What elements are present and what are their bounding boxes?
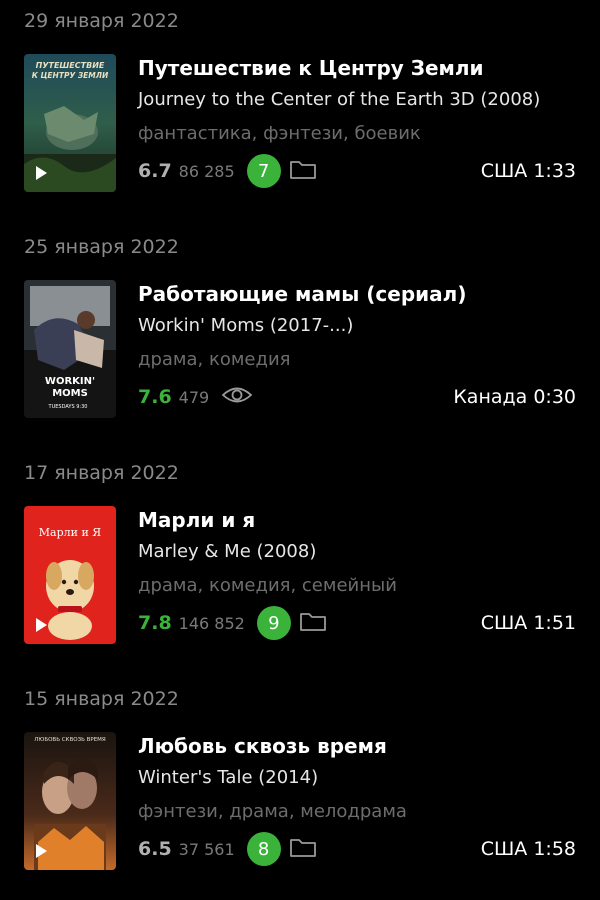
movie-genres: фантастика, фэнтези, боевик (138, 123, 421, 144)
my-rating-badge[interactable]: 8 (246, 832, 281, 866)
movie-item[interactable]: ПУТЕШЕСТВИЕ К ЦЕНТРУ ЗЕМЛИ Путешествие к… (0, 54, 600, 194)
country-duration: США 1:58 (480, 838, 576, 860)
folder-icon[interactable] (289, 836, 317, 862)
movie-genres: драма, комедия (138, 349, 291, 370)
history-date: 15 января 2022 (24, 688, 179, 710)
poster-title-line: ПУТЕШЕСТВИЕ (36, 61, 105, 70)
movie-title[interactable]: Путешествие к Центру Земли (138, 56, 484, 80)
movie-title[interactable]: Работающие мамы (сериал) (138, 282, 466, 306)
movie-item[interactable]: WORKIN' MOMS TUESDAYS 9:30 Работающие ма… (0, 280, 600, 420)
movie-original-title: Winter's Tale (2014) (138, 767, 319, 788)
history-date: 17 января 2022 (24, 462, 179, 484)
history-date: 29 января 2022 (24, 10, 179, 32)
movie-score: 6.5 (138, 838, 172, 860)
country-duration: США 1:33 (480, 160, 576, 182)
history-date: 25 января 2022 (24, 236, 179, 258)
play-icon[interactable] (36, 844, 47, 858)
play-icon[interactable] (36, 166, 47, 180)
folder-icon[interactable] (299, 610, 327, 636)
movie-votes: 86 285 (178, 161, 235, 181)
poster-title-line: ЛЮБОВЬ СКВОЗЬ ВРЕМЯ (34, 737, 106, 743)
movie-score: 6.7 (138, 160, 172, 182)
poster-title-line: WORKIN' (45, 376, 95, 387)
movie-genres: фэнтези, драма, мелодрама (138, 801, 407, 822)
movie-item[interactable]: ЛЮБОВЬ СКВОЗЬ ВРЕМЯ Любовь сквозь время … (0, 732, 600, 872)
country-duration: США 1:51 (480, 612, 576, 634)
poster-title-line: Марли и Я (39, 526, 102, 539)
poster-image: WORKIN' MOMS TUESDAYS 9:30 (24, 280, 116, 418)
movie-poster[interactable]: ПУТЕШЕСТВИЕ К ЦЕНТРУ ЗЕМЛИ (24, 54, 116, 192)
movie-original-title: Workin' Moms (2017-...) (138, 315, 354, 336)
movie-title[interactable]: Марли и я (138, 508, 255, 532)
movie-score: 7.6 (138, 386, 172, 408)
rating-row: 6.7 86 285 7 (138, 154, 317, 188)
rating-row: 7.6 479 (138, 380, 253, 414)
country-duration: Канада 0:30 (453, 386, 576, 408)
eye-icon[interactable] (221, 384, 253, 410)
movie-poster[interactable]: ЛЮБОВЬ СКВОЗЬ ВРЕМЯ (24, 732, 116, 870)
poster-title-line: MOMS (52, 388, 88, 399)
movie-votes: 479 (178, 387, 210, 407)
play-icon[interactable] (36, 618, 47, 632)
watch-history-list: 29 января 2022 ПУТЕШЕСТВИЕ К ЦЕНТРУ ЗЕМЛ… (0, 0, 600, 900)
rating-row: 7.8 146 852 9 (138, 606, 327, 640)
movie-genres: драма, комедия, семейный (138, 575, 397, 596)
rating-row: 6.5 37 561 8 (138, 832, 317, 866)
movie-poster[interactable]: Марли и Я (24, 506, 116, 644)
folder-icon[interactable] (289, 158, 317, 184)
my-rating-badge[interactable]: 9 (256, 606, 291, 640)
movie-original-title: Marley & Me (2008) (138, 541, 317, 562)
movie-title[interactable]: Любовь сквозь время (138, 734, 387, 758)
movie-original-title: Journey to the Center of the Earth 3D (2… (138, 89, 541, 110)
movie-score: 7.8 (138, 612, 172, 634)
movie-votes: 146 852 (178, 613, 245, 633)
movie-item[interactable]: Марли и Я Марли и я Marley & Me (2008) д… (0, 506, 600, 646)
movie-votes: 37 561 (178, 839, 235, 859)
movie-poster[interactable]: WORKIN' MOMS TUESDAYS 9:30 (24, 280, 116, 418)
my-rating-badge[interactable]: 7 (246, 154, 281, 188)
poster-title-line: К ЦЕНТРУ ЗЕМЛИ (32, 71, 109, 80)
poster-title-line: TUESDAYS 9:30 (48, 404, 88, 410)
